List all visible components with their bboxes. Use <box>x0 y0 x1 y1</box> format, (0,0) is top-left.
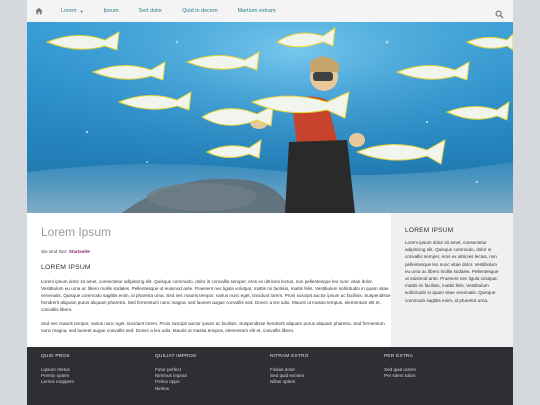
footer: QUID PROS Lipsum rhetus Permix optem Ler… <box>27 347 513 405</box>
nav-item-martium-extram[interactable]: Martium extram <box>238 8 286 14</box>
footer-column-nitram-extro: NITRAM EXTRO Finitas dolor Sed quid exct… <box>270 354 309 386</box>
breadcrumb-current-link[interactable]: Startseite <box>69 249 90 254</box>
breadcrumb-prefix: Sie sind hier: <box>41 249 68 254</box>
home-button[interactable] <box>27 0 51 22</box>
breadcrumb: Sie sind hier: Startseite <box>41 249 391 254</box>
sidebar: LOREM IPSUM Lorem ipsum dolor sit amet, … <box>391 213 513 347</box>
nav-item-lorem[interactable]: Lorem ▼ <box>61 8 94 14</box>
footer-column-quid-pros: QUID PROS Lipsum rhetus Permix optem Ler… <box>41 354 74 386</box>
nav-item-quid-in-decem[interactable]: Quid in decem <box>182 8 227 14</box>
nav-item-label: Sed dolor <box>138 8 163 14</box>
footer-link[interactable]: Per sitem tulios <box>384 373 416 379</box>
footer-heading: QUILIAT IMPROS <box>155 354 197 359</box>
sidebar-heading: LOREM IPSUM <box>405 227 454 234</box>
search-button[interactable] <box>495 6 505 19</box>
section-heading: LOREM IPSUM <box>41 264 91 271</box>
top-navigation: Lorem ▼ Ipsum Sed dolor Quid in decem Ma… <box>27 0 513 23</box>
search-icon <box>495 10 504 19</box>
page-title: Lorem Ipsum <box>41 225 112 239</box>
nav-item-label: Ipsum <box>103 8 119 14</box>
main-column: Lorem Ipsum Sie sind hier: Startseite LO… <box>41 225 391 334</box>
footer-column-quiliat-impros: QUILIAT IMPROS Futur perfect Nimmus impr… <box>155 354 196 392</box>
sidebar-text: Lorem ipsum dolor sit amet, consectetur … <box>405 240 499 303</box>
nav-item-sed-dolor[interactable]: Sed dolor <box>139 8 173 14</box>
body-paragraph: Sed nec mauris tempor, varius nunc eget,… <box>41 321 385 333</box>
chevron-down-icon: ▼ <box>79 8 84 14</box>
footer-link[interactable]: Nimius <box>155 386 196 392</box>
nav-item-label: Quid in decem <box>182 8 218 14</box>
underwater-photo <box>27 22 513 213</box>
footer-heading: PER EXTRA <box>384 354 413 359</box>
footer-link[interactable]: Lermix moppem <box>41 379 74 385</box>
nav-item-label: Lorem <box>61 8 77 14</box>
page: Lorem ▼ Ipsum Sed dolor Quid in decem Ma… <box>27 0 513 405</box>
nav-item-label: Martium extram <box>237 8 276 14</box>
home-icon <box>35 7 43 15</box>
footer-heading: NITRAM EXTRO <box>270 354 309 359</box>
footer-link[interactable]: Nillas optem <box>270 379 309 385</box>
body-paragraph: Lorem ipsum dolor sit amet, consectetur … <box>41 279 391 312</box>
nav-item-ipsum[interactable]: Ipsum <box>104 8 129 14</box>
footer-column-per-extra: PER EXTRA Sed quid octem Per sitem tulio… <box>384 354 416 379</box>
hero-image <box>27 22 513 213</box>
footer-heading: QUID PROS <box>41 354 70 359</box>
content-area: Lorem Ipsum Sie sind hier: Startseite LO… <box>27 213 513 347</box>
